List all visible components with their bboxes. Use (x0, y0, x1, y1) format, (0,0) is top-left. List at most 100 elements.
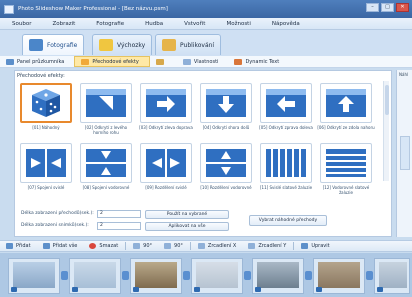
menu-moznosti[interactable]: Možnosti (214, 21, 259, 27)
menu-napoveda[interactable]: Nápověda (260, 21, 309, 27)
photo-slot[interactable] (252, 258, 304, 294)
effect-item[interactable]: [01] Náhodný (20, 83, 72, 136)
transition-connector[interactable] (122, 271, 129, 280)
close-button[interactable]: ✕ (396, 3, 409, 12)
subtab-label: Přechodové efekty (92, 58, 139, 65)
blinds-vertical-icon (266, 149, 306, 177)
delete-icon (89, 243, 97, 249)
toolbar-separator (293, 242, 295, 250)
apply-selected-button[interactable]: Použít na vybrané (145, 210, 229, 219)
blinds-horizontal-icon (326, 149, 366, 177)
transition-length-field[interactable]: 2 (97, 210, 141, 218)
rotate-left-button[interactable]: 90° (127, 243, 158, 249)
photo-length-field[interactable]: 2 (97, 222, 141, 230)
tab-vychozky[interactable]: Výchozky (92, 34, 153, 55)
subtab-explorer[interactable]: Panel průzkumníka (0, 56, 74, 67)
effect-item[interactable]: [08] Spojení vodorovné (80, 143, 132, 196)
join-horizontal-icon (86, 149, 126, 177)
effect-caption: [08] Spojení vodorovné (82, 185, 130, 190)
transition-connector[interactable] (305, 271, 312, 280)
transition-connector[interactable] (183, 271, 190, 280)
split-vertical-icon (146, 149, 186, 177)
effect-item[interactable]: [12] Vodorovné slatové žaluzie (320, 143, 372, 196)
publish-icon (162, 39, 176, 51)
effect-caption: [11] Svislé slatové žaluzie (259, 185, 313, 190)
tab-label: Výchozky (117, 41, 146, 49)
transition-connector[interactable] (366, 271, 373, 280)
effect-thumbnail (200, 143, 252, 183)
scrollbar-thumb[interactable] (385, 85, 389, 115)
effect-item[interactable]: [05] Odkrytí zprava doleva (259, 83, 313, 136)
menu-soubor[interactable]: Soubor (0, 21, 40, 27)
mirror-y-button[interactable]: Zrcadlení Y (242, 243, 292, 249)
sub-toolbar: Panel průzkumníka Přechodové efekty Vlas… (0, 56, 412, 68)
effect-item[interactable]: [04] Odkrytí shora dolů (200, 83, 252, 136)
reveal-up-icon (326, 89, 366, 117)
effect-caption: [03] Odkrytí zleva doprava (139, 125, 193, 130)
effect-thumbnail (140, 83, 192, 123)
folder-icon (99, 39, 113, 51)
mirror-x-icon (197, 243, 205, 249)
add-all-button[interactable]: Přidat vše (37, 243, 84, 249)
window-controls: – □ ✕ (366, 3, 409, 12)
toolbar-label: Upravit (311, 243, 330, 249)
effect-item[interactable]: [11] Svislé slatové žaluzie (260, 143, 312, 196)
menu-hudba[interactable]: Hudba (133, 21, 172, 27)
subtab-transitions[interactable]: Přechodové efekty (74, 56, 150, 67)
effect-item[interactable]: [07] Spojení svislé (20, 143, 72, 196)
edit-button[interactable]: Upravit (295, 243, 335, 249)
menu-fotografie[interactable]: Fotografie (84, 21, 133, 27)
apply-all-button[interactable]: Aplikovat na vše (145, 222, 229, 231)
preview-area (400, 136, 410, 170)
toolbar-label: Zrcadlení Y (258, 243, 287, 249)
rotate-left-icon (133, 243, 141, 249)
toolbar-separator (125, 242, 127, 250)
maximize-button[interactable]: □ (381, 3, 394, 12)
photo-thumbnail (379, 262, 407, 288)
subtab-dynamic-text[interactable]: Dynamic Text (228, 56, 289, 67)
add-button[interactable]: Přidat (0, 243, 37, 249)
photo-slot[interactable] (313, 258, 365, 294)
transition-connector[interactable] (61, 271, 68, 280)
preview-label: Náhl (399, 72, 409, 77)
tab-publikovani[interactable]: Publikování (155, 34, 222, 55)
mirror-y-icon (248, 243, 256, 249)
mirror-x-button[interactable]: Zrcadlení X (192, 243, 242, 249)
rotate-right-button[interactable]: 90° (158, 243, 189, 249)
tab-fotografie[interactable]: Fotografie (22, 34, 85, 55)
photo-slot[interactable] (191, 258, 243, 294)
effect-item[interactable]: [10] Rozdělení vodorovné (200, 143, 252, 196)
effect-thumbnail (260, 143, 312, 183)
properties-icon (182, 58, 191, 65)
effect-item[interactable]: [03] Odkrytí zleva doprava (139, 83, 193, 136)
effect-item[interactable]: [02] Odkrytí z levého horního rohu (80, 83, 132, 136)
transition-length-label: Délka zobrazení přechodů(sek.): (21, 211, 94, 216)
subtab-properties[interactable]: Vlastnosti (177, 56, 229, 67)
transition-connector[interactable] (244, 271, 251, 280)
misc-icon (155, 58, 164, 65)
effect-item[interactable]: [09] Rozdělení svislé (140, 143, 192, 196)
subtab-label: Dynamic Text (245, 58, 280, 65)
photo-slot[interactable] (8, 258, 60, 294)
menu-zobrazit[interactable]: Zobrazit (40, 21, 84, 27)
slot-marker-icon (377, 287, 383, 292)
effect-caption: [07] Spojení svislé (27, 185, 65, 190)
photo-slot[interactable] (130, 258, 182, 294)
effects-scrollbar[interactable] (383, 81, 389, 181)
photo-thumbnail (13, 262, 55, 288)
random-transitions-button[interactable]: Vybrat náhodné přechody (249, 215, 327, 226)
effect-item[interactable]: [06] Odkrytí ze zdola nahoru (317, 83, 375, 136)
toolbar-label: 90° (143, 243, 153, 249)
photo-slot[interactable] (374, 258, 410, 294)
effect-thumbnail (80, 83, 132, 123)
menu-vstvorit[interactable]: Vstvořit (172, 21, 214, 27)
transition-icon (81, 58, 90, 65)
subtab-misc[interactable] (150, 56, 177, 67)
minimize-button[interactable]: – (366, 3, 379, 12)
reveal-down-icon (206, 89, 246, 117)
delete-button[interactable]: Smazat (83, 243, 124, 249)
photo-thumbnail (74, 262, 116, 288)
rotate-right-icon (164, 243, 172, 249)
photo-slot[interactable] (69, 258, 121, 294)
toolbar-label: Přidat (16, 243, 31, 249)
